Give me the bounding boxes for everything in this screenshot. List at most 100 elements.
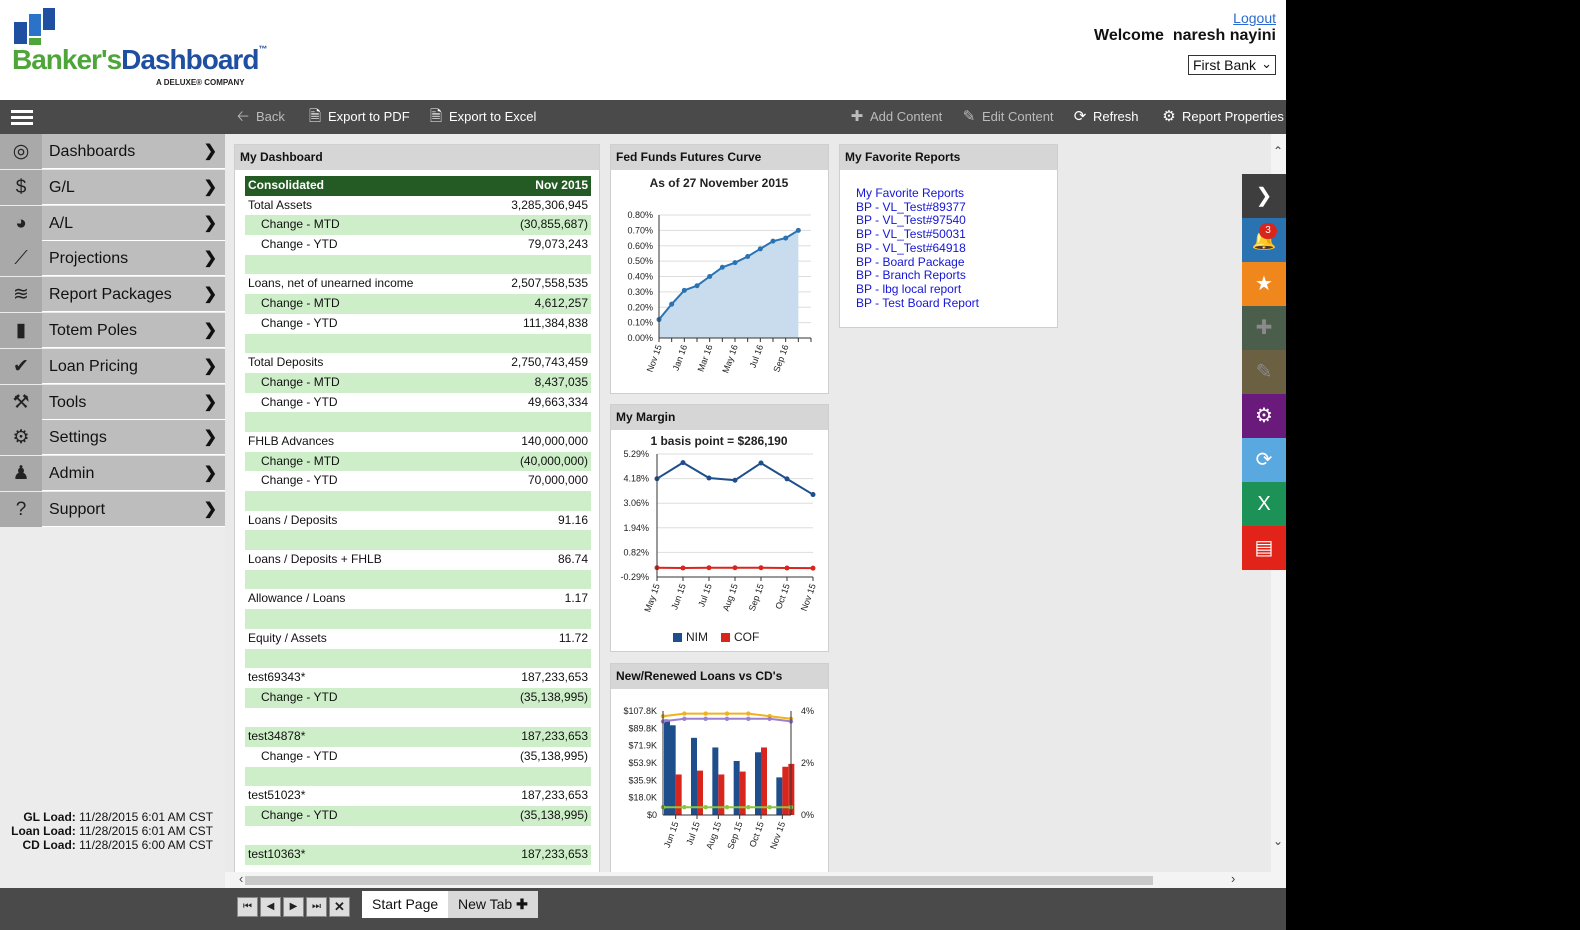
pdf-icon[interactable]: ▤ <box>1242 526 1286 570</box>
favorite-report-link[interactable]: BP - Board Package <box>856 255 979 270</box>
logout-link[interactable]: Logout <box>1233 10 1276 26</box>
prev-tab-icon[interactable]: ◀ <box>260 897 281 917</box>
favorite-report-link[interactable]: My Favorite Reports <box>856 186 979 201</box>
x-tick-label: Jun 15 <box>669 582 688 611</box>
close-tab-icon[interactable]: ✕ <box>329 897 350 917</box>
table-row <box>245 826 591 846</box>
bar <box>761 747 767 815</box>
table-row: test51023* 187,233,653 <box>245 786 591 806</box>
favorite-report-link[interactable]: BP - lbg local report <box>856 282 979 297</box>
sidebar-item-label: Loan Pricing <box>49 357 138 375</box>
horizontal-scroll-thumb[interactable] <box>245 876 1153 885</box>
sidebar-item-totem-poles[interactable]: ▮ Totem Poles ❯ <box>0 313 225 348</box>
sidebar-item-admin[interactable]: ♟ Admin ❯ <box>0 456 225 492</box>
favorite-reports-title: My Favorite Reports <box>840 145 1057 170</box>
edit-content-button[interactable]: ✎ Edit Content <box>960 100 1054 134</box>
sidebar-item-dashboards[interactable]: ◎ Dashboards ❯ <box>0 134 225 169</box>
refresh-button[interactable]: ⟳ Refresh <box>1071 100 1139 134</box>
back-label: Back <box>256 109 285 124</box>
sidebar-item-tools[interactable]: ⚒ Tools ❯ <box>0 384 225 420</box>
x-tick-label: Oct 15 <box>773 582 791 610</box>
row-label: Change - MTD <box>261 374 340 389</box>
tab-start-page[interactable]: Start Page <box>362 891 449 918</box>
favorite-report-link[interactable]: BP - Branch Reports <box>856 269 979 283</box>
favorite-reports-panel: My Favorite Reports My Favorite Reports B… <box>839 144 1058 328</box>
favorite-report-link[interactable]: BP - VL_Test#64918 <box>856 241 979 256</box>
report-properties-button[interactable]: ⚙ Report Properties <box>1160 100 1284 134</box>
plus-icon[interactable]: ✚ <box>1242 306 1286 350</box>
table-row <box>245 569 591 590</box>
y-tick-label: 0.60% <box>627 241 653 251</box>
y-tick-label: 0.82% <box>623 547 649 557</box>
data-point <box>746 711 751 716</box>
bank-select-value: First Bank <box>1193 57 1257 73</box>
sidebar-item-a-l[interactable]: ◕ A/L ❯ <box>0 205 225 241</box>
row-value: 86.74 <box>557 552 588 567</box>
chevron-right-icon[interactable]: ❯ <box>1242 174 1286 218</box>
scroll-left-icon[interactable]: ‹ <box>239 871 243 886</box>
sidebar-item-loan-pricing[interactable]: ✔ Loan Pricing ❯ <box>0 348 225 384</box>
sidebar-item-projections[interactable]: ⟋ Projections ❯ <box>0 241 225 277</box>
x-tick-label: May 15 <box>642 582 661 613</box>
favorite-report-link[interactable]: BP - VL_Test#50031 <box>856 227 979 242</box>
refresh-icon[interactable]: ⟳ <box>1242 438 1286 482</box>
logo-tm: ™ <box>258 44 267 54</box>
pencil-icon: ✎ <box>962 108 976 125</box>
sidebar-item-support[interactable]: ? Support ❯ <box>0 492 225 527</box>
legend-label: COF <box>734 630 759 644</box>
toolbar: 🡠 Back 🗎 Export to PDF 🗎 Export to Excel ✚ A… <box>0 100 1286 134</box>
data-point <box>703 805 708 810</box>
excel-icon[interactable]: X <box>1242 482 1286 526</box>
add-content-button[interactable]: ✚ Add Content <box>848 100 943 134</box>
sidebar-item-report-packages[interactable]: ≋ Report Packages ❯ <box>0 277 225 313</box>
table-row: Change - MTD (40,000,000) <box>245 451 591 472</box>
x-tick-label: Jul 15 <box>696 582 714 608</box>
pencil-icon[interactable]: ✎ <box>1242 350 1286 394</box>
tab-new-tab[interactable]: New Tab ✚ <box>448 891 538 918</box>
dollar-icon: $ <box>0 169 42 205</box>
y-tick-label: -0.29% <box>620 572 649 582</box>
sidebar-item-g-l[interactable]: $ G/L ❯ <box>0 169 225 205</box>
add-tab-icon[interactable]: ✚ <box>516 896 528 912</box>
table-row: Change - MTD 4,612,257 <box>245 294 591 314</box>
x-tick-label: Nov 15 <box>799 582 818 612</box>
sidebar-item-label: Report Packages <box>49 286 172 304</box>
load-status: GL Load: 11/28/2015 6:01 AM CST Loan Loa… <box>8 810 213 852</box>
scroll-down-icon[interactable]: ⌄ <box>1273 834 1283 848</box>
row-value: 3,285,306,945 <box>511 197 588 212</box>
favorite-report-link[interactable]: BP - VL_Test#89377 <box>856 200 979 215</box>
data-point <box>719 264 725 270</box>
back-button[interactable]: 🡠 Back <box>234 100 285 134</box>
sidebar-item-settings[interactable]: ⚙ Settings ❯ <box>0 420 225 456</box>
star-icon[interactable]: ★ <box>1242 262 1286 306</box>
y-tick-label: 0.30% <box>627 287 653 297</box>
favorite-report-link[interactable]: BP - Test Board Report <box>856 296 979 311</box>
logo[interactable]: Banker'sDashboard™ A DELUXE® COMPANY <box>10 8 267 90</box>
export-pdf-button[interactable]: 🗎 Export to PDF <box>306 100 410 134</box>
favorite-report-link[interactable]: BP - VL_Test#97540 <box>856 214 979 228</box>
bank-select[interactable]: First Bank ⌄ <box>1188 55 1276 75</box>
plus-icon: ✚ <box>850 108 864 125</box>
export-excel-button[interactable]: 🗎 Export to Excel <box>427 100 536 134</box>
gear-icon[interactable]: ⚙ <box>1242 394 1286 438</box>
data-point <box>724 716 730 721</box>
next-tab-icon[interactable]: ▶ <box>283 897 304 917</box>
scroll-right-icon[interactable]: › <box>1231 871 1235 886</box>
row-label: Total Assets <box>248 197 313 212</box>
row-value: 187,233,653 <box>521 729 588 744</box>
row-value: 49,663,334 <box>527 394 588 409</box>
last-tab-icon[interactable]: ⏭ <box>306 897 327 917</box>
data-point <box>732 477 738 483</box>
table-body: Total Assets 3,285,306,945 Change - MTD (30… <box>245 196 591 866</box>
hamburger-menu-icon[interactable] <box>11 110 33 126</box>
scroll-up-icon[interactable]: ⌃ <box>1273 144 1283 158</box>
row-label: test69343* <box>248 670 306 685</box>
table-row <box>245 254 591 275</box>
first-tab-icon[interactable]: ⏮ <box>237 897 258 917</box>
horizontal-scrollbar[interactable]: ‹ › <box>225 871 1286 888</box>
table-header-value: Nov 2015 <box>535 178 588 192</box>
data-point <box>795 227 801 233</box>
gear-icon: ⚙ <box>0 420 42 456</box>
legend-label: NIM <box>686 630 708 644</box>
row-label: test34878* <box>248 729 306 744</box>
